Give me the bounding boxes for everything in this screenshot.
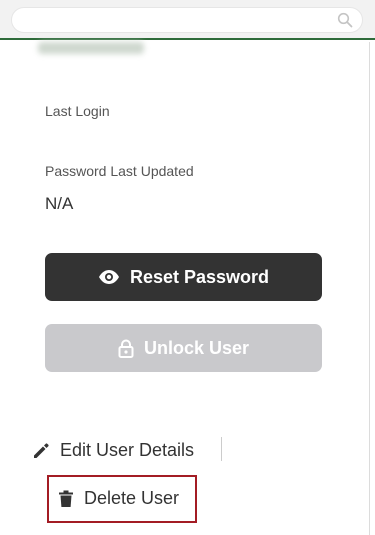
redacted-user-name [38,42,144,54]
password-last-updated-value: N/A [45,194,74,213]
delete-user-label: Delete User [84,488,180,508]
reset-password-label: Reset Password [129,266,270,287]
action-separator [221,437,222,461]
reset-password-button[interactable]: Reset Password [45,253,322,301]
password-last-updated-label: Password Last Updated [45,163,194,179]
search-input[interactable] [22,8,336,34]
unlock-user-label: Unlock User [143,337,250,358]
pencil-icon [34,442,49,458]
lock-icon [118,339,134,358]
last-login-label: Last Login [45,103,110,119]
search-box[interactable] [11,7,363,34]
unlock-user-button[interactable]: Unlock User [45,324,322,372]
delete-user-link[interactable]: Delete User [58,488,179,509]
eye-icon [98,270,119,284]
edit-user-details-label: Edit User Details [60,440,195,460]
trash-icon [59,490,73,507]
search-icon[interactable] [337,12,353,28]
panel-divider [369,42,370,535]
top-bar [0,0,375,40]
edit-user-details-link[interactable]: Edit User Details [32,440,194,461]
